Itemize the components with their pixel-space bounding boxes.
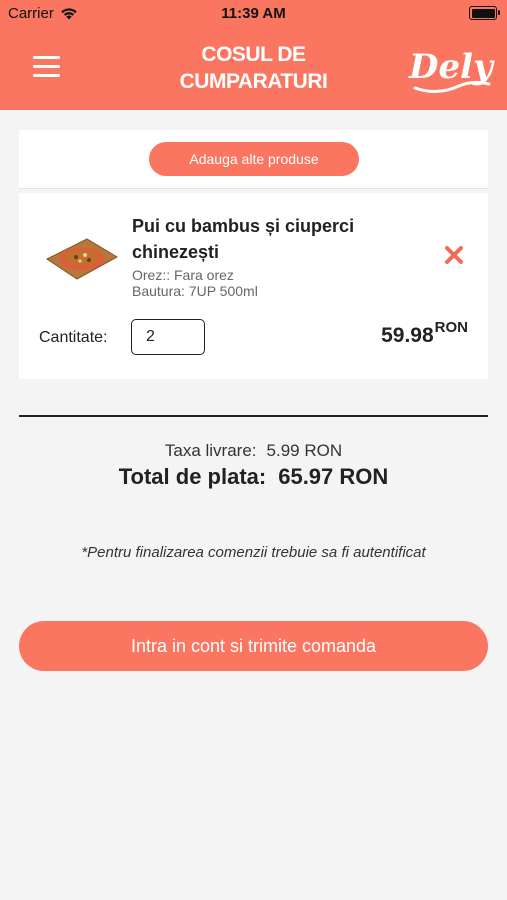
delivery-fee-row: Taxa livrare: 5.99 RON [0, 441, 507, 461]
dely-logo[interactable]: Dely [407, 40, 495, 98]
product-option-rice: Orez:: Fara orez [132, 267, 234, 283]
total-row: Total de plata: 65.97 RON [0, 464, 507, 490]
item-price-currency: RON [434, 319, 468, 336]
hamburger-menu-icon[interactable] [33, 56, 60, 78]
product-name: Pui cu bambus și ciuperci chinezești [132, 216, 355, 262]
divider [19, 188, 488, 189]
cart-top-card: Adauga alte produse [19, 130, 488, 188]
delivery-fee-label: Taxa livrare: [164, 441, 257, 460]
product-option-drink: Bautura: 7UP 500ml [132, 283, 258, 299]
quantity-input[interactable] [131, 319, 205, 355]
total-value: 65.97 RON [278, 464, 389, 489]
food-plate-image [46, 238, 119, 280]
status-bar: Carrier 11:39 AM [0, 0, 507, 26]
quantity-label: Cantitate: [39, 329, 108, 346]
logo-text: Dely [408, 47, 495, 87]
page-title-line-2: CUMPARATURI [179, 70, 328, 93]
summary-divider [19, 415, 488, 417]
status-time: 11:39 AM [221, 5, 286, 22]
total-label: Total de plata: [118, 464, 267, 489]
battery-icon [469, 6, 500, 20]
auth-note: *Pentru finalizarea comenzii trebuie sa … [81, 544, 426, 561]
close-x-icon[interactable] [444, 245, 464, 265]
page-title: COSUL DE CUMPARATURI [150, 41, 357, 95]
app-header: COSUL DE CUMPARATURI Dely [0, 26, 507, 110]
page-title-line-1: COSUL DE [201, 43, 306, 66]
login-and-submit-order-button[interactable]: Intra in cont si trimite comanda [19, 621, 488, 671]
cart-item: Pui cu bambus și ciuperci chinezești Ore… [19, 193, 488, 379]
item-price-value: 59.98 [381, 324, 434, 347]
delivery-fee-value: 5.99 RON [266, 441, 343, 460]
item-price: 59.98RON [381, 319, 468, 348]
add-more-products-button[interactable]: Adauga alte produse [149, 142, 359, 176]
